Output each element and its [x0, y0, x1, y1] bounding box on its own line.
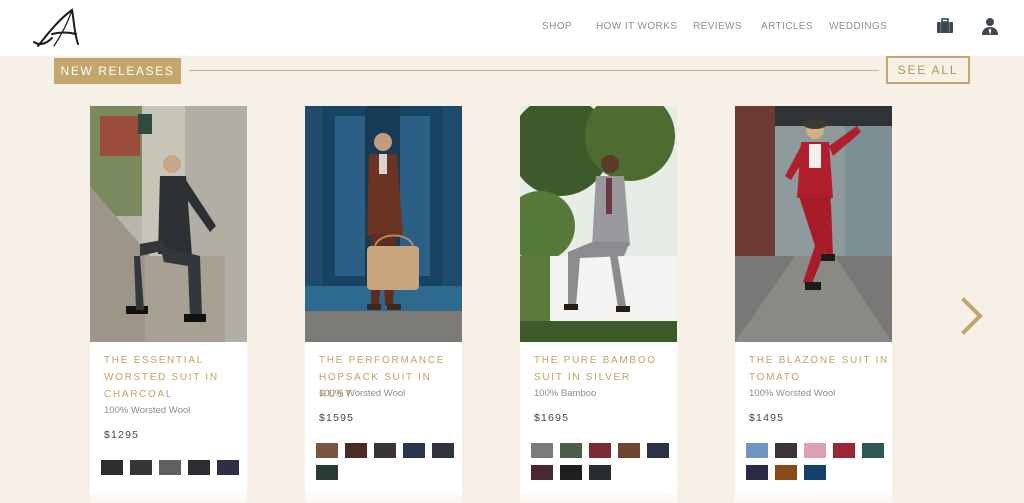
main-nav: SHOP HOW IT WORKS REVIEWS ARTICLES WEDDI… — [0, 21, 1024, 35]
product-price: $1695 — [534, 412, 570, 424]
product-photo[interactable] — [735, 106, 892, 342]
chevron-right-icon[interactable] — [958, 296, 986, 336]
product-price: $1495 — [749, 412, 785, 424]
color-swatch[interactable] — [403, 443, 425, 458]
color-swatch[interactable] — [130, 460, 152, 475]
product-fabric: 100% Bamboo — [534, 388, 597, 399]
color-swatch[interactable] — [775, 465, 797, 480]
product-photo[interactable] — [305, 106, 462, 342]
divider-line — [189, 70, 879, 71]
nav-reviews[interactable]: REVIEWS — [693, 21, 742, 32]
product-photo[interactable] — [520, 106, 677, 342]
color-swatch[interactable] — [589, 443, 611, 458]
color-swatch[interactable] — [618, 443, 640, 458]
nav-articles[interactable]: ARTICLES — [761, 21, 813, 32]
product-title[interactable]: THE ESSENTIAL WORSTED SUIT IN CHARCOAL — [104, 352, 244, 403]
product-card-rust[interactable]: THE PERFORMANCE HOPSACK SUIT IN RUST 100… — [305, 106, 462, 503]
color-swatch[interactable] — [316, 465, 338, 480]
product-card-tomato[interactable]: THE BLAZONE SUIT IN TOMATO 100% Worsted … — [735, 106, 892, 503]
briefcase-icon[interactable] — [935, 16, 955, 36]
color-swatch[interactable] — [589, 465, 611, 480]
color-swatch[interactable] — [217, 460, 239, 475]
product-fabric: 100% Worsted Wool — [319, 388, 406, 399]
color-swatch[interactable] — [804, 465, 826, 480]
color-swatch[interactable] — [560, 443, 582, 458]
color-swatch[interactable] — [862, 443, 884, 458]
product-card-silver[interactable]: THE PURE BAMBOO SUIT IN SILVER 100% Bamb… — [520, 106, 677, 503]
nav-how-it-works[interactable]: HOW IT WORKS — [596, 21, 677, 32]
new-releases-bar: NEW RELEASES SEE ALL — [0, 56, 1024, 88]
color-swatch[interactable] — [101, 460, 123, 475]
color-swatch[interactable] — [531, 465, 553, 480]
product-title[interactable]: THE BLAZONE SUIT IN TOMATO — [749, 352, 889, 386]
color-swatch[interactable] — [316, 443, 338, 458]
color-swatch[interactable] — [345, 443, 367, 458]
product-title[interactable]: THE PURE BAMBOO SUIT IN SILVER — [534, 352, 674, 386]
color-swatch[interactable] — [746, 465, 768, 480]
product-fabric: 100% Worsted Wool — [104, 405, 191, 416]
color-swatch[interactable] — [560, 465, 582, 480]
product-price: $1295 — [104, 429, 140, 441]
color-swatch[interactable] — [159, 460, 181, 475]
see-all-button[interactable]: SEE ALL — [886, 56, 970, 84]
nav-weddings[interactable]: WEDDINGS — [829, 21, 887, 32]
color-swatch[interactable] — [804, 443, 826, 458]
site-header: SHOP HOW IT WORKS REVIEWS ARTICLES WEDDI… — [0, 0, 1024, 56]
color-swatch[interactable] — [647, 443, 669, 458]
color-swatch[interactable] — [188, 460, 210, 475]
product-price: $1595 — [319, 412, 355, 424]
nav-shop[interactable]: SHOP — [542, 21, 572, 32]
product-photo[interactable] — [90, 106, 247, 342]
section-title: NEW RELEASES — [54, 58, 181, 84]
product-card-charcoal[interactable]: THE ESSENTIAL WORSTED SUIT IN CHARCOAL 1… — [90, 106, 247, 503]
color-swatch[interactable] — [775, 443, 797, 458]
user-icon[interactable] — [980, 16, 1000, 36]
color-swatch[interactable] — [432, 443, 454, 458]
color-swatch[interactable] — [746, 443, 768, 458]
color-swatch[interactable] — [531, 443, 553, 458]
color-swatch[interactable] — [374, 443, 396, 458]
color-swatch[interactable] — [833, 443, 855, 458]
product-fabric: 100% Worsted Wool — [749, 388, 836, 399]
